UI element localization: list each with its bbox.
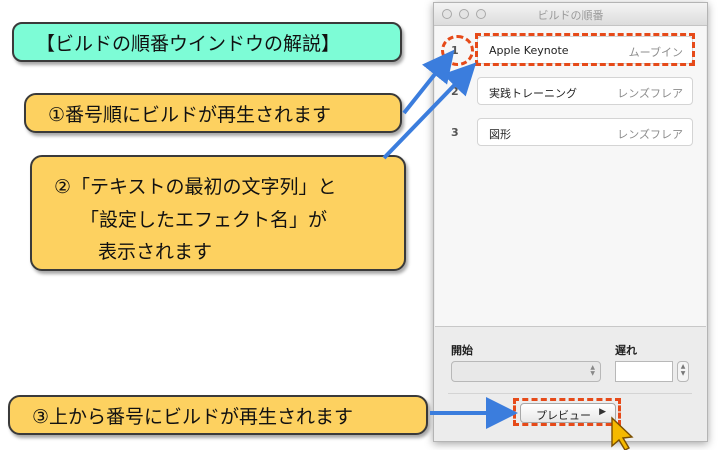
arrow-to-build-number: [402, 49, 455, 115]
pointer-cursor-icon: [611, 416, 634, 450]
annotation-overlay: [382, 49, 634, 450]
